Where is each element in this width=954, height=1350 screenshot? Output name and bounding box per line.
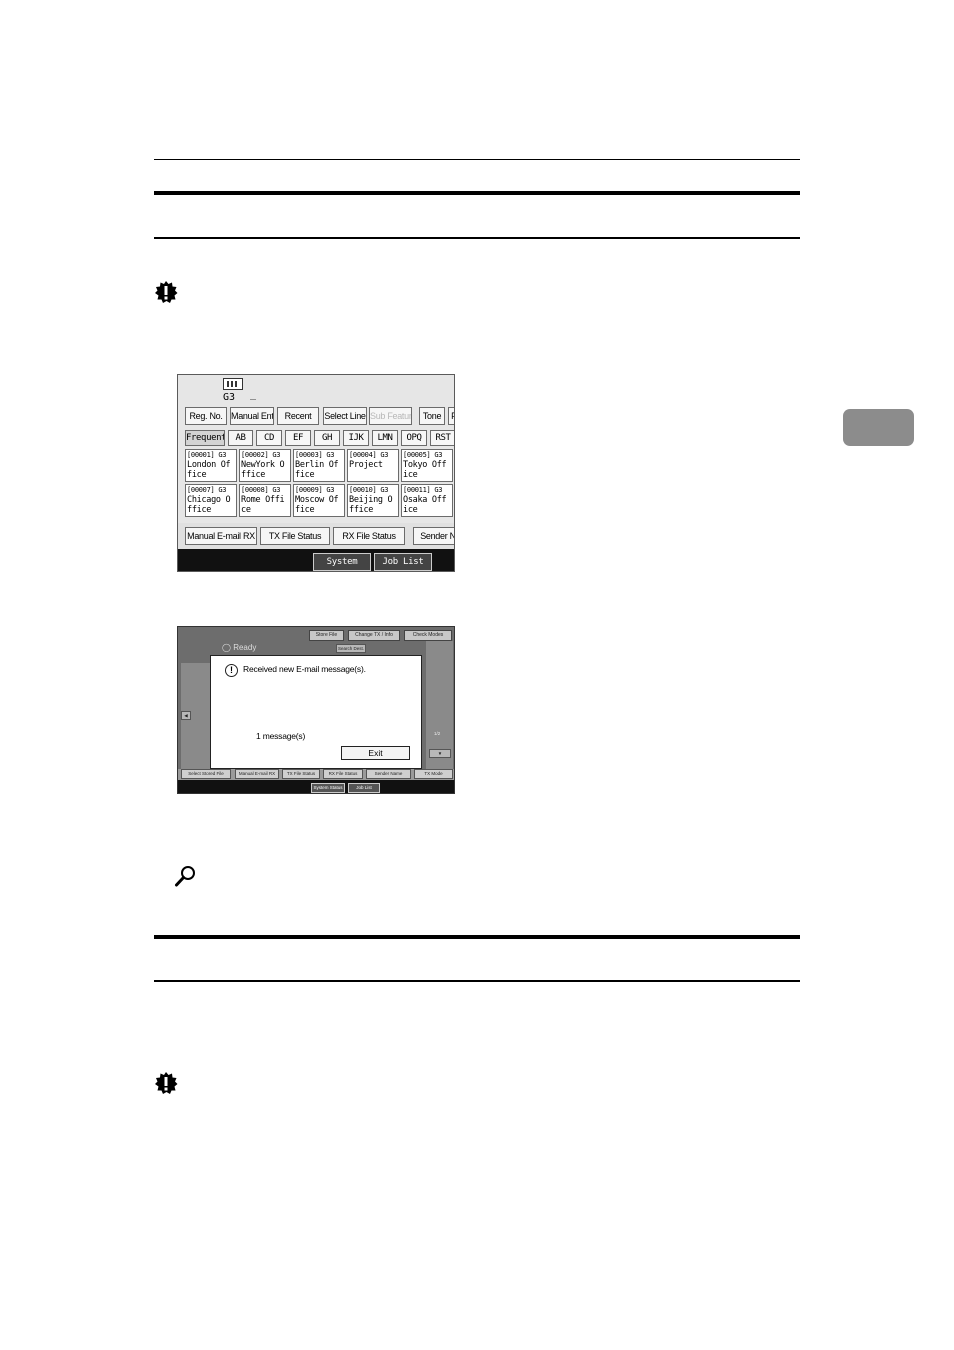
dest-line: G3 [434, 451, 443, 459]
important-icon [155, 1072, 178, 1094]
magnifier-icon [175, 866, 195, 887]
fax-icon [223, 378, 243, 390]
dest-code: [00007] [187, 486, 215, 494]
manual-email-rx-button[interactable]: Manual E-mail RX [185, 527, 257, 545]
message-count: 1 message(s) [256, 731, 306, 741]
pause-button[interactable]: P [448, 407, 454, 425]
destination-cursor: _ [250, 389, 257, 400]
dialog-message: Received new E-mail message(s). [243, 664, 366, 674]
sender-name-button[interactable]: Sender Name [366, 769, 411, 779]
dest-line: G3 [218, 451, 227, 459]
destination-key[interactable]: [00005] G3 Tokyo Office [401, 449, 453, 482]
reg-no-button[interactable]: Reg. No. [185, 407, 227, 425]
email-received-dialog: ! Received new E-mail message(s). 1 mess… [210, 655, 422, 769]
dest-code: [00008] [241, 486, 269, 494]
line-mode: G3 [223, 392, 236, 403]
destination-key[interactable]: [00004] G3 Project [347, 449, 399, 482]
section2-rule-top [154, 935, 800, 939]
fax-destination-screen: G3 _ Reg. No. Manual Entry Recent Select… [177, 374, 455, 572]
destination-key[interactable]: [00003] G3 Berlin Office [293, 449, 345, 482]
destination-key[interactable]: [00011] G3 Osaka Office [401, 484, 453, 517]
destination-key[interactable]: [00002] G3 NewYork Office [239, 449, 291, 482]
dest-name: Osaka Office [403, 495, 447, 515]
select-line-button[interactable]: Select Line [323, 407, 367, 425]
dest-name: Beijing Office [349, 495, 393, 515]
tab-frequent[interactable]: Frequent [185, 430, 225, 446]
dest-line: G3 [434, 486, 443, 494]
sender-name-button[interactable]: Sender N [413, 527, 454, 545]
scroll-left-button[interactable]: ◀ [181, 711, 191, 720]
search-dest-button[interactable]: Search Dest. [336, 644, 366, 653]
exit-button[interactable]: Exit [341, 746, 410, 760]
dest-code: [00002] [241, 451, 269, 459]
header-rule [154, 159, 800, 160]
destination-key[interactable]: [00010] G3 Beijing Office [347, 484, 399, 517]
select-stored-file-button[interactable]: Select Stored File [181, 769, 231, 779]
page-indicator: 1/2 [434, 731, 441, 736]
tab-ijk[interactable]: IJK [343, 430, 369, 446]
dest-line: G3 [380, 486, 389, 494]
dest-code: [00001] [187, 451, 215, 459]
tone-button[interactable]: Tone [419, 407, 445, 425]
tx-file-status-button[interactable]: TX File Status [282, 769, 320, 779]
job-list-button[interactable]: Job List [348, 783, 380, 793]
email-received-screen: Store File Change TX / Info Check Modes … [177, 626, 455, 794]
tx-mode-button[interactable]: TX Mode [414, 769, 453, 779]
ready-status: ◯ Ready [222, 643, 257, 652]
section-rule-top [154, 191, 800, 195]
tab-gh[interactable]: GH [314, 430, 340, 446]
dest-name: Project [349, 460, 383, 470]
dest-name: Berlin Office [295, 460, 339, 480]
check-modes-button[interactable]: Check Modes [404, 630, 452, 641]
dest-name: Moscow Office [295, 495, 339, 515]
dest-name: London Office [187, 460, 231, 480]
tab-opq[interactable]: OPQ [401, 430, 427, 446]
recent-button[interactable]: Recent [277, 407, 319, 425]
manual-entry-button[interactable]: Manual Entry [230, 407, 274, 425]
store-file-button[interactable]: Store File [309, 630, 344, 641]
dest-code: [00011] [403, 486, 431, 494]
system-status-button[interactable]: System Status [313, 553, 371, 571]
tab-rst[interactable]: RST [430, 430, 454, 446]
sub-features-button[interactable]: Sub Features [369, 407, 412, 425]
dest-code: [00003] [295, 451, 323, 459]
dest-code: [00004] [349, 451, 377, 459]
tab-cd[interactable]: CD [256, 430, 282, 446]
dest-name: NewYork Office [241, 460, 285, 480]
dest-code: [00010] [349, 486, 377, 494]
tab-lmn[interactable]: LMN [372, 430, 398, 446]
system-status-button[interactable]: System Status [311, 783, 345, 793]
dest-code: [00005] [403, 451, 431, 459]
manual-email-rx-button[interactable]: Manual E-mail RX [235, 769, 279, 779]
dest-line: G3 [326, 451, 335, 459]
change-tx-info-button[interactable]: Change TX / Info [348, 630, 400, 641]
destination-key[interactable]: [00008] G3 Rome Office [239, 484, 291, 517]
chapter-tab [843, 409, 914, 446]
tx-file-status-button[interactable]: TX File Status [260, 527, 330, 545]
section2-rule-bottom [154, 980, 800, 982]
ready-label: Ready [233, 643, 257, 652]
tab-ef[interactable]: EF [285, 430, 311, 446]
destination-key[interactable]: [00009] G3 Moscow Office [293, 484, 345, 517]
dest-name: Rome Office [241, 495, 285, 515]
job-list-button[interactable]: Job List [374, 553, 432, 571]
tab-ab[interactable]: AB [228, 430, 253, 446]
rx-file-status-button[interactable]: RX File Status [323, 769, 363, 779]
dest-name: Tokyo Office [403, 460, 447, 480]
dest-line: G3 [272, 451, 281, 459]
page-down-button[interactable]: ▼ [429, 749, 451, 758]
rx-file-status-button[interactable]: RX File Status [333, 527, 405, 545]
dest-line: G3 [326, 486, 335, 494]
important-icon [155, 281, 178, 303]
dest-line: G3 [380, 451, 389, 459]
dest-line: G3 [272, 486, 281, 494]
info-icon: ! [225, 664, 238, 677]
destination-key[interactable]: [00007] G3 Chicago Office [185, 484, 237, 517]
dest-line: G3 [218, 486, 227, 494]
destination-key[interactable]: [00001] G3 London Office [185, 449, 237, 482]
dest-name: Chicago Office [187, 495, 231, 515]
dest-code: [00009] [295, 486, 323, 494]
section-rule-bottom [154, 237, 800, 239]
